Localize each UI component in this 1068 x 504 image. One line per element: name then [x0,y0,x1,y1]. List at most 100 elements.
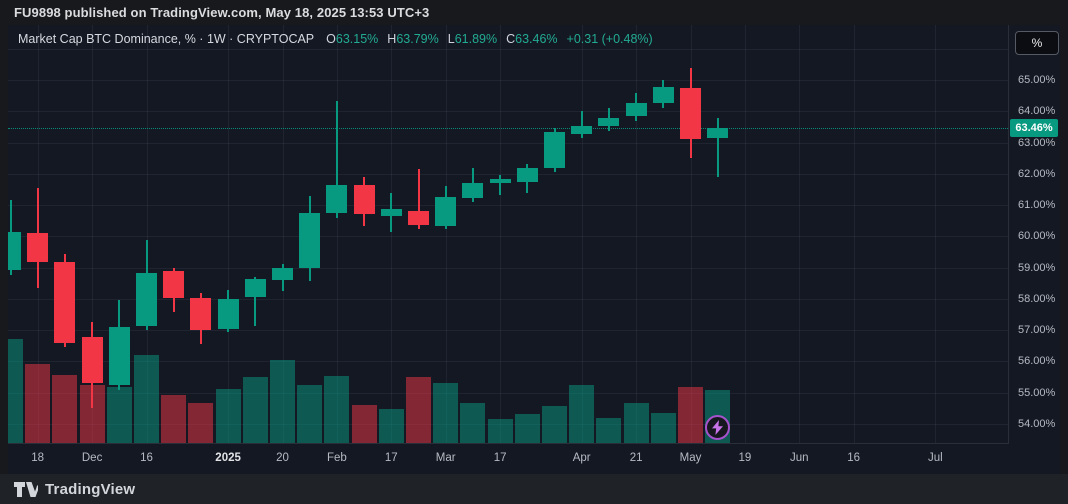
x-tick-label: Mar [436,452,456,464]
y-tick-label: 64.00% [1018,105,1055,117]
grid-line-v [391,25,392,443]
grid-line-v [799,25,800,443]
brand-name[interactable]: TradingView [45,481,135,498]
y-tick-label: 63.00% [1018,137,1055,149]
time-axis[interactable]: 18Dec16202520Feb17Mar17Apr21May19Jun16Ju… [8,444,1008,474]
lightning-icon [712,420,723,435]
volume-bar [460,403,485,443]
candle-body [272,268,293,280]
grid-line-h [8,236,1008,237]
percent-scale-button[interactable]: % [1015,31,1059,55]
volume-bar [488,419,513,443]
x-tick-label: 21 [630,452,643,464]
y-tick-label: 56.00% [1018,355,1055,367]
volume-bar [651,413,676,443]
candle-body [408,211,429,225]
x-tick-label: 17 [494,452,507,464]
current-price-line [8,128,1008,129]
y-tick-label: 60.00% [1018,230,1055,242]
grid-line-h [8,49,1008,50]
grid-line-v [636,25,637,443]
volume-bar [25,364,50,443]
volume-bar [161,395,186,443]
candle-body [190,298,211,330]
volume-bar [569,385,594,443]
candle-body [54,262,75,343]
volume-bar [542,406,567,443]
x-tick-label: 20 [276,452,289,464]
grid-line-h [8,80,1008,81]
ohlc-readout: O63.15% H63.79% L61.89% C63.46% +0.31 (+… [326,32,653,46]
candle-body [354,185,375,214]
grid-line-h [8,205,1008,206]
ohlc-low: L61.89% [448,32,497,46]
volume-bar [624,403,649,443]
footer: TradingView [0,474,1068,504]
volume-bar [678,387,703,443]
grid-line-v [446,25,447,443]
grid-line-v [582,25,583,443]
ohlc-close: C63.46% [506,32,557,46]
grid-line-h [8,268,1008,269]
grid-line-v [854,25,855,443]
chart-pane: Market Cap BTC Dominance, % · 1W · CRYPT… [8,25,1009,444]
candle-body [82,337,103,384]
volume-bar [352,405,377,443]
y-tick-label: 62.00% [1018,168,1055,180]
volume-bar [515,414,540,443]
grid-line-v [745,25,746,443]
symbol-title[interactable]: Market Cap BTC Dominance, % · 1W · CRYPT… [18,32,314,46]
y-tick-label: 54.00% [1018,418,1055,430]
y-tick-label: 59.00% [1018,262,1055,274]
volume-bar [297,385,322,443]
x-tick-label: 16 [140,452,153,464]
candle-body [517,168,538,181]
volume-bar [188,403,213,443]
x-tick-label: Jul [928,452,943,464]
candle-body [245,279,266,297]
lightning-badge[interactable] [705,415,730,440]
last-price-label: 63.46% [1010,119,1058,137]
tradingview-logo[interactable] [14,482,38,497]
candle-wick [717,118,719,177]
candle-body [109,327,130,385]
x-tick-label: 18 [31,452,44,464]
candle-body [653,87,674,104]
candle-body [435,197,456,226]
candle-body [326,185,347,213]
candle-body [136,273,157,326]
x-tick-label: Feb [327,452,347,464]
volume-bar [324,376,349,443]
volume-bar [107,387,132,443]
candle-body [462,183,483,198]
volume-bar [8,339,23,443]
volume-bar [243,377,268,443]
volume-bar [406,377,431,443]
candle-body [381,209,402,216]
candle-body [218,299,239,328]
volume-bar [379,409,404,443]
legend: Market Cap BTC Dominance, % · 1W · CRYPT… [18,32,653,46]
price-axis[interactable]: % 63.46% 65.00% 64.00% 63.00% 62.00% 61.00% 6… [1009,25,1060,443]
grid-line-v [935,25,936,443]
chart-widget: Market Cap BTC Dominance, % · 1W · CRYPT… [8,25,1060,474]
grid-line-h [8,143,1008,144]
candle-body [626,103,647,116]
volume-bar [270,360,295,443]
volume-bar [216,389,241,443]
grid-line-v [228,25,229,443]
grid-line-h [8,111,1008,112]
x-tick-label: 16 [847,452,860,464]
ohlc-high: H63.79% [387,32,438,46]
x-tick-label: Jun [790,452,809,464]
y-tick-label: 65.00% [1018,74,1055,86]
volume-bar [433,383,458,443]
y-tick-label: 61.00% [1018,199,1055,211]
grid-line-h [8,299,1008,300]
x-tick-label: 19 [738,452,751,464]
x-tick-label: May [680,452,702,464]
change-readout: +0.31 (+0.48%) [567,32,653,46]
volume-bar [596,418,621,443]
candle-body [598,118,619,126]
publish-header: FU9898 published on TradingView.com, May… [14,5,429,23]
